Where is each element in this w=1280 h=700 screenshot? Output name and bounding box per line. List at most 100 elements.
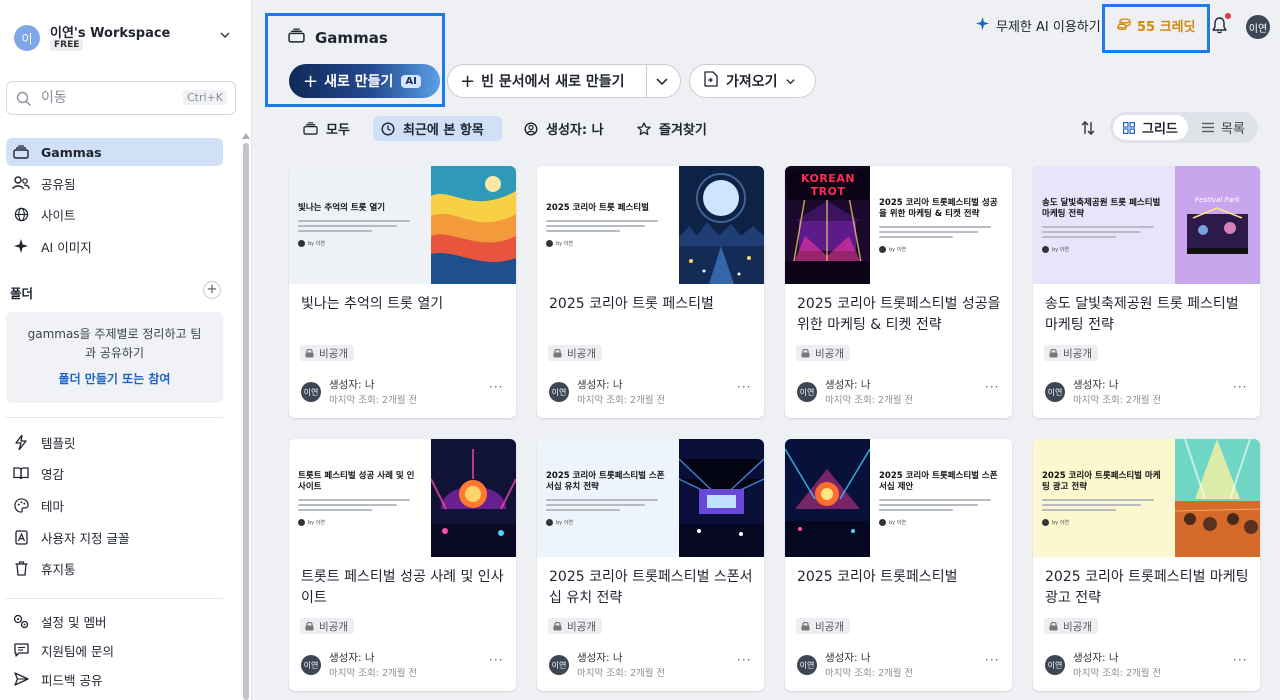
palette-icon	[12, 496, 30, 514]
card-title[interactable]: 2025 코리아 트롯페스티벌 마케팅 광고 전략	[1045, 567, 1251, 609]
thumbnail-lines	[1042, 498, 1166, 514]
bell-icon[interactable]	[1212, 17, 1227, 34]
card-title[interactable]: 송도 달빛축제공원 트롯 페스티벌 마케팅 전략	[1045, 294, 1251, 336]
card-thumbnail[interactable]: 2025 코리아 트롯페스티벌 마케팅 광고 전략 by 이연	[1033, 439, 1260, 557]
sidebar-item-support[interactable]: 지원팀에 문의	[6, 636, 223, 664]
filter-recent[interactable]: 최근에 본 항목	[373, 116, 502, 141]
thumbnail-author-dot	[546, 518, 553, 526]
sidebar-item-sites[interactable]: 사이트	[6, 200, 223, 228]
more-options-icon[interactable]: ···	[985, 380, 999, 394]
card-thumbnail[interactable]: 송도 달빛축제공원 트롯 페스티벌 마케팅 전략 by 이연 Festival …	[1033, 166, 1260, 284]
send-icon	[12, 670, 30, 688]
user-avatar[interactable]: 이연	[1246, 15, 1270, 39]
sidebar-item-ai-images[interactable]: AI 이미지	[6, 232, 223, 260]
badge-label: 비공개	[319, 620, 348, 633]
grid-view-button[interactable]: 그리드	[1113, 115, 1188, 140]
import-button[interactable]: 가져오기	[689, 64, 816, 98]
sidebar-item-themes[interactable]: 테마	[6, 491, 223, 519]
more-options-icon[interactable]: ···	[489, 653, 503, 667]
import-label: 가져오기	[726, 74, 778, 90]
thumbnail-banner: KOREAN TROT	[787, 170, 869, 200]
more-options-icon[interactable]: ···	[737, 380, 751, 394]
card-thumbnail[interactable]: 2025 코리아 트롯페스티벌 스폰서십 유치 전략 by 이연	[537, 439, 764, 557]
avatar: 이연	[1045, 655, 1065, 675]
sidebar-item-feedback[interactable]: 피드백 공유	[6, 665, 223, 693]
gamma-card[interactable]: 2025 코리아 트롯페스티벌 성공을 위한 마케팅 & 티켓 전략 by 이연…	[785, 166, 1012, 418]
sort-icon[interactable]	[1080, 120, 1096, 136]
sidebar-item-custom-fonts[interactable]: 사용자 지정 글꼴	[6, 523, 223, 551]
private-badge: 비공개	[796, 345, 850, 361]
sidebar-item-gammas[interactable]: Gammas	[6, 138, 223, 166]
gamma-card[interactable]: 빛나는 추억의 트롯 열기 by 이연 빛나는 추억의 트롯 열기 비공개 이연…	[289, 166, 516, 418]
sparkle-icon	[976, 17, 989, 34]
card-title[interactable]: 빛나는 추억의 트롯 열기	[301, 294, 507, 315]
scroll-up-arrow-icon[interactable]	[242, 133, 250, 139]
more-options-icon[interactable]: ···	[985, 653, 999, 667]
card-title[interactable]: 트롯트 페스티벌 성공 사례 및 인사이트	[301, 567, 507, 609]
thumbnail-author-dot	[879, 518, 886, 526]
filter-all[interactable]: 모두	[295, 116, 358, 141]
more-options-icon[interactable]: ···	[489, 380, 503, 394]
sidebar-item-templates[interactable]: 템플릿	[6, 428, 223, 456]
gamma-card[interactable]: 2025 코리아 트롯페스티벌 스폰서십 유치 전략 by 이연 2025 코리…	[537, 439, 764, 691]
card-owner: 생성자: 나	[825, 652, 871, 664]
sidebar-item-inspiration[interactable]: 영감	[6, 459, 223, 487]
sidebar-item-label: 템플릿	[41, 435, 76, 451]
gamma-card[interactable]: 2025 코리아 트롯페스티벌 마케팅 광고 전략 by 이연 2025 코리아…	[1033, 439, 1260, 691]
scroll-thumb[interactable]	[243, 143, 249, 700]
folders-empty-text: gammas을 주제별로 정리하고 팀	[27, 327, 202, 341]
thumbnail-author: by 이연	[298, 240, 422, 247]
card-owner: 생성자: 나	[1073, 379, 1119, 391]
trash-icon	[12, 559, 30, 577]
sidebar-scrollbar[interactable]	[242, 133, 250, 700]
more-options-icon[interactable]: ···	[1233, 380, 1247, 394]
gamma-card[interactable]: 송도 달빛축제공원 트롯 페스티벌 마케팅 전략 by 이연 Festival …	[1033, 166, 1260, 418]
credits-button[interactable]: 55 크레딧	[1117, 16, 1196, 35]
sidebar-item-label: Gammas	[41, 144, 102, 160]
credits-label: 55 크레딧	[1137, 20, 1196, 35]
list-view-button[interactable]: 목록	[1192, 115, 1255, 140]
thumbnail-lines	[546, 220, 670, 235]
card-thumbnail[interactable]: 빛나는 추억의 트롯 열기 by 이연	[289, 166, 516, 284]
create-folder-link[interactable]: 폴더 만들기 또는 참여	[6, 370, 223, 387]
card-title[interactable]: 2025 코리아 트롯페스티벌 성공을 위한 마케팅 & 티켓 전략	[797, 294, 1003, 336]
search-box[interactable]: Ctrl+K	[6, 81, 236, 115]
gamma-card[interactable]: 2025 코리아 트롯 페스티벌 by 이연 2025 코리아 트롯 페스티벌 …	[537, 166, 764, 418]
more-options-icon[interactable]: ···	[1233, 653, 1247, 667]
chevron-down-icon[interactable]	[655, 74, 669, 88]
thumbnail-lines	[298, 220, 422, 235]
sidebar-item-label: 사용자 지정 글꼴	[41, 530, 130, 546]
badge-label: 비공개	[1063, 347, 1092, 360]
unlimited-ai-link[interactable]: 무제한 AI 이용하기	[976, 16, 1101, 35]
card-title[interactable]: 2025 코리아 트롯페스티벌	[797, 567, 1003, 588]
create-blank-button[interactable]: + 빈 문서에서 새로 만들기	[447, 64, 681, 98]
sidebar-item-label: 사이트	[41, 207, 76, 223]
gamma-card[interactable]: 트롯트 페스티벌 성공 사례 및 인사이트 by 이연 트롯트 페스티벌 성공 …	[289, 439, 516, 691]
card-thumbnail[interactable]: 2025 코리아 트롯 페스티벌 by 이연	[537, 166, 764, 284]
card-title[interactable]: 2025 코리아 트롯페스티벌 스폰서십 유치 전략	[549, 567, 755, 609]
thumbnail-text: 2025 코리아 트롯 페스티벌 by 이연	[537, 166, 679, 284]
card-thumbnail[interactable]: 2025 코리아 트롯페스티벌 성공을 위한 마케팅 & 티켓 전략 by 이연…	[785, 166, 1012, 284]
card-thumbnail[interactable]: 2025 코리아 트롯페스티벌 스폰서십 제안 by 이연	[785, 439, 1012, 557]
card-title[interactable]: 2025 코리아 트롯 페스티벌	[549, 294, 755, 315]
card-owner: 생성자: 나	[577, 652, 623, 664]
thumbnail-author-dot	[1042, 245, 1049, 253]
more-options-icon[interactable]: ···	[737, 653, 751, 667]
workspace-switcher[interactable]: 이 이연's Workspace FREE	[14, 22, 236, 56]
filter-favorites[interactable]: 즐겨찾기	[629, 116, 715, 141]
star-icon	[637, 121, 651, 136]
sidebar-item-shared[interactable]: 공유됨	[6, 169, 223, 197]
thumbnail-text: 빛나는 추억의 트롯 열기 by 이연	[289, 166, 431, 284]
thumbnail-title: 빛나는 추억의 트롯 열기	[298, 203, 386, 213]
settings-icon	[12, 612, 30, 630]
gamma-card[interactable]: 2025 코리아 트롯페스티벌 스폰서십 제안 by 이연 2025 코리아 트…	[785, 439, 1012, 691]
folders-empty-text: 과 공유하기	[84, 346, 144, 360]
sidebar-item-trash[interactable]: 휴지통	[6, 554, 223, 582]
card-thumbnail[interactable]: 트롯트 페스티벌 성공 사례 및 인사이트 by 이연	[289, 439, 516, 557]
filter-created-by-me[interactable]: 생성자: 나	[516, 116, 612, 141]
add-folder-button[interactable]: +	[203, 281, 221, 299]
thumbnail-image	[1175, 166, 1260, 284]
create-new-ai-button[interactable]: + 새로 만들기 AI	[289, 64, 440, 98]
sidebar-item-settings[interactable]: 설정 및 멤버	[6, 607, 223, 635]
search-input[interactable]	[41, 88, 171, 108]
